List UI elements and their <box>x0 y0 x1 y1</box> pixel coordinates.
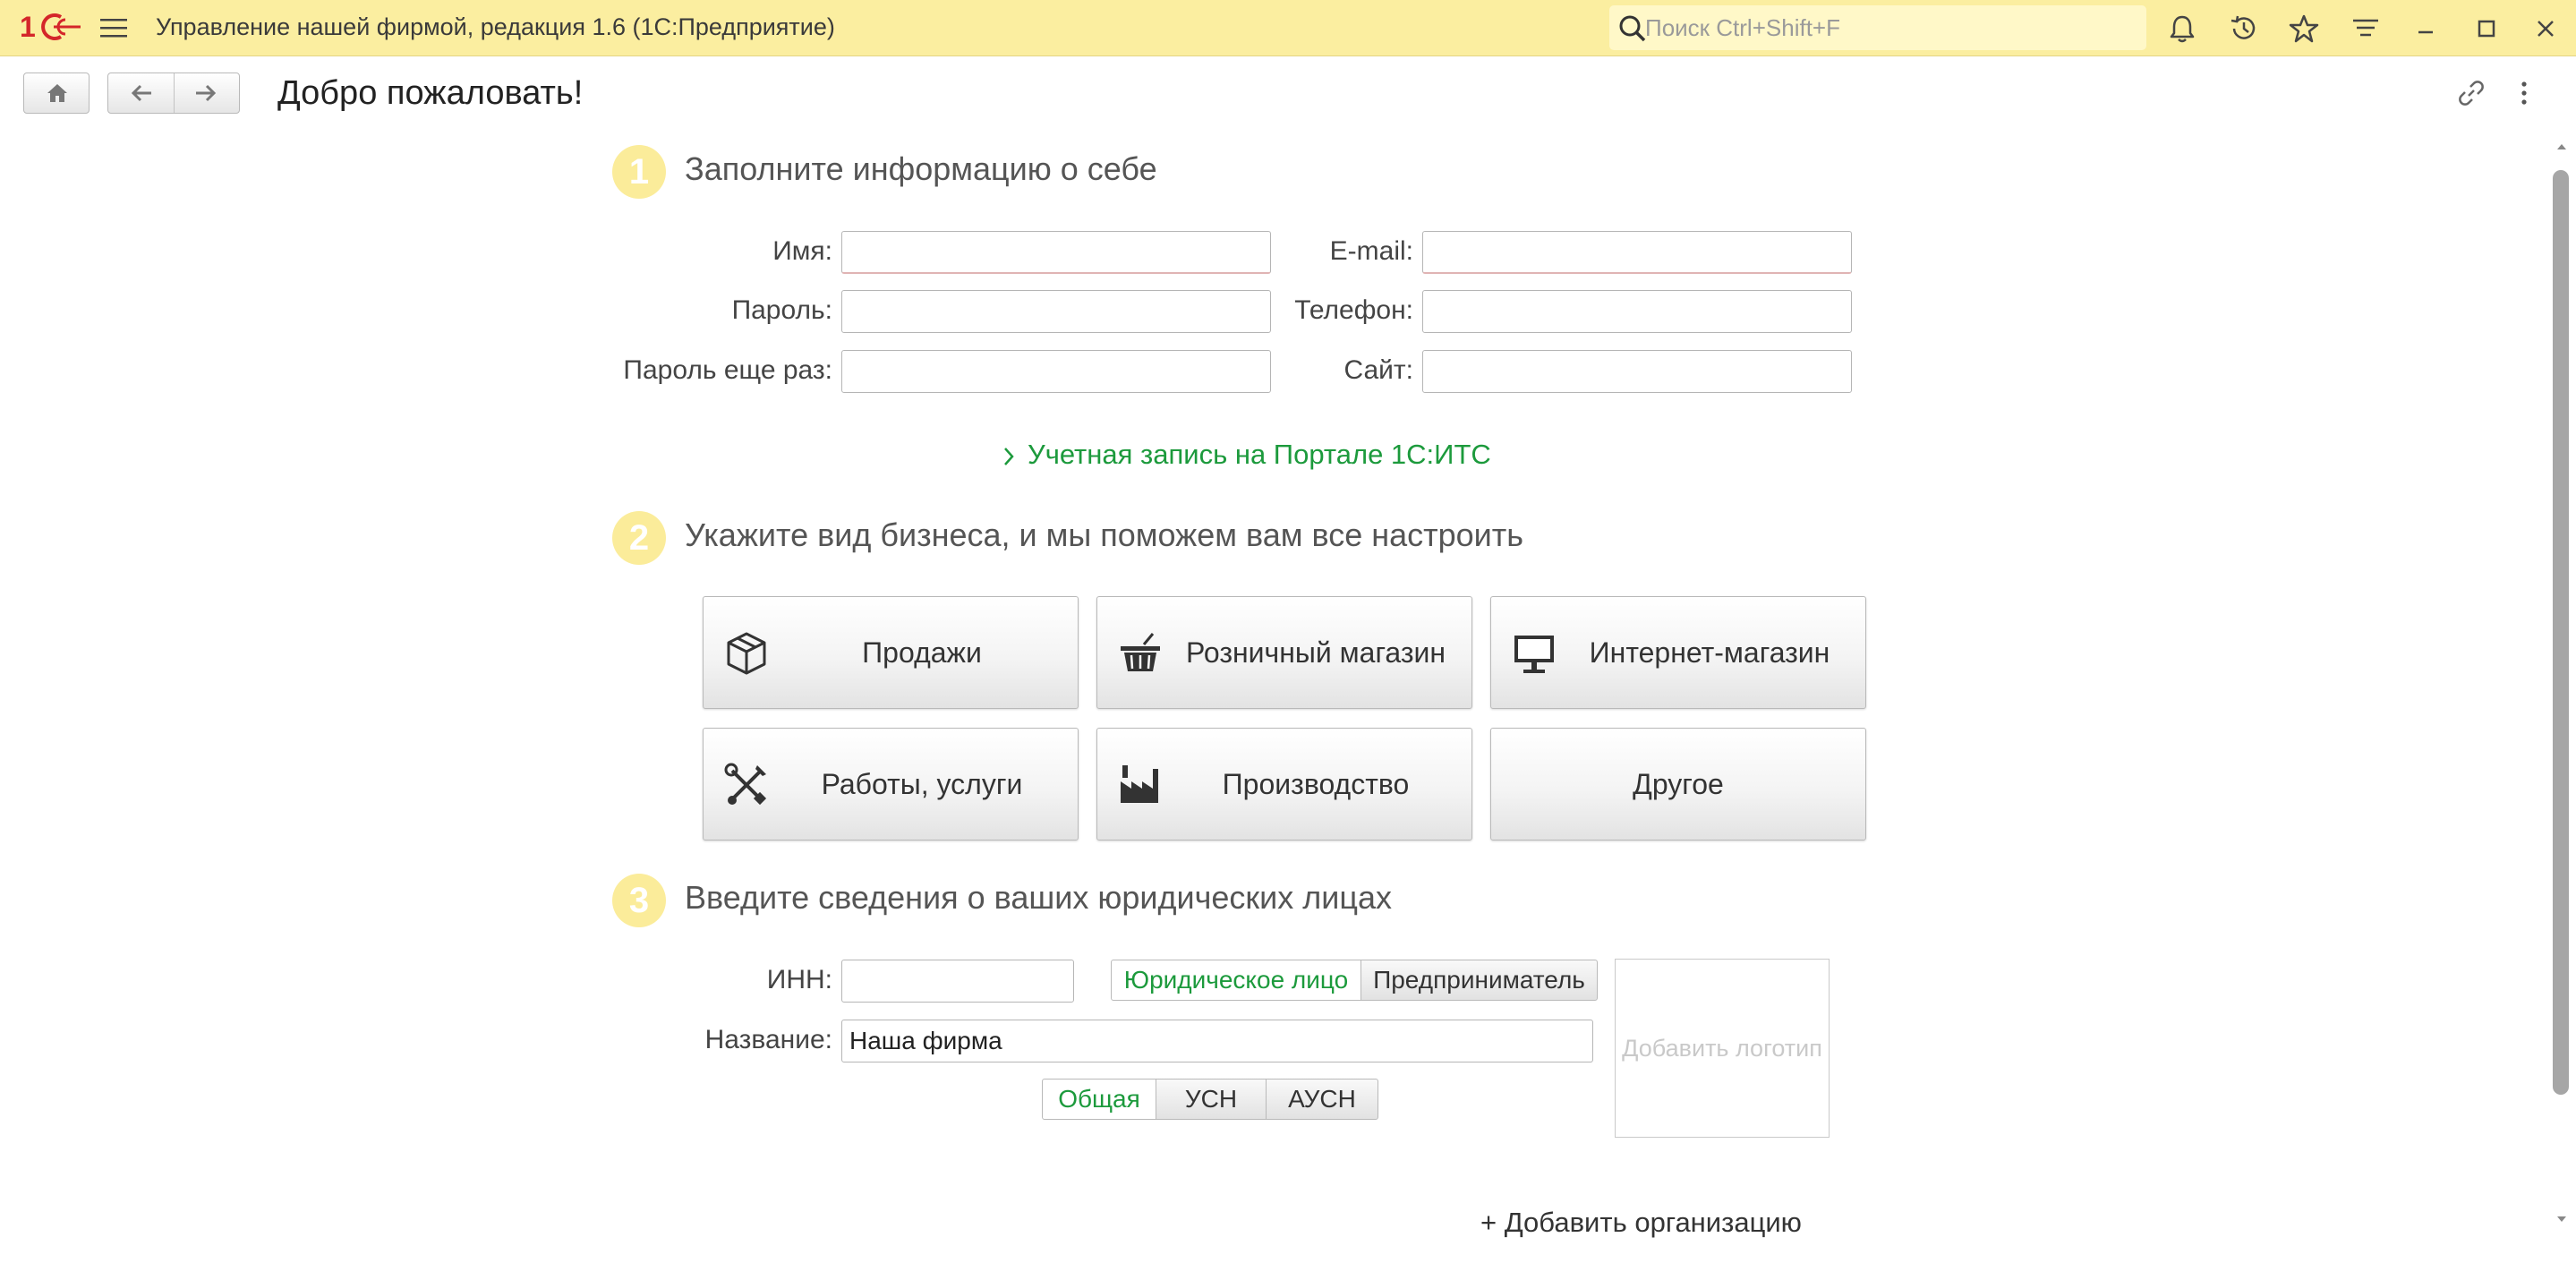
business-tile-label: Другое <box>1633 768 1724 800</box>
history-icon[interactable] <box>2228 13 2260 45</box>
window-title: Управление нашей фирмой, редакция 1.6 (1… <box>156 13 835 40</box>
org-name-field[interactable] <box>841 1020 1593 1062</box>
chevron-right-icon <box>1004 447 1014 465</box>
scroll-down-arrow-icon[interactable] <box>2556 1214 2567 1225</box>
search-icon <box>1619 15 1646 42</box>
basket-icon <box>1121 633 1160 671</box>
step-1-title: Заполните информацию о себе <box>685 150 1157 187</box>
business-tile-label: Интернет-магазин <box>1589 636 1830 669</box>
password-again-label: Пароль еще раз: <box>623 355 832 385</box>
svg-text:1: 1 <box>20 11 36 43</box>
forward-button[interactable] <box>175 73 239 113</box>
maximize-icon[interactable] <box>2470 13 2503 45</box>
business-tile-services[interactable]: Работы, услуги <box>703 728 1079 841</box>
scroll-up-arrow-icon[interactable] <box>2556 141 2567 152</box>
site-label: Сайт: <box>1343 355 1413 385</box>
minimize-icon[interactable] <box>2410 13 2442 45</box>
home-button[interactable] <box>23 73 90 114</box>
business-tile-sales[interactable]: Продажи <box>703 596 1079 709</box>
monitor-icon <box>1514 636 1554 673</box>
search-box[interactable] <box>1609 5 2146 50</box>
star-icon[interactable] <box>2288 13 2320 45</box>
phone-label: Телефон: <box>1294 295 1413 325</box>
add-logo-button[interactable]: Добавить логотип <box>1615 959 1830 1138</box>
tax-system-ausn[interactable]: АУСН <box>1266 1079 1378 1120</box>
entity-type-entrepreneur[interactable]: Предприниматель <box>1361 960 1598 1001</box>
step-2-badge: 2 <box>612 511 666 565</box>
step-2-title: Укажите вид бизнеса, и мы поможем вам вс… <box>685 516 1524 553</box>
close-icon[interactable] <box>2529 13 2562 45</box>
business-tile-online-store[interactable]: Интернет-магазин <box>1490 596 1866 709</box>
hamburger-menu-icon[interactable] <box>98 14 129 41</box>
title-bar: 1 Управление нашей фирмой, редакция 1.6 … <box>0 0 2576 56</box>
back-button[interactable] <box>108 73 175 113</box>
business-tile-retail[interactable]: Розничный магазин <box>1096 596 1472 709</box>
box-icon <box>727 632 766 675</box>
tax-system-usn[interactable]: УСН <box>1156 1079 1267 1120</box>
funnel-icon[interactable] <box>2350 13 2382 45</box>
step-1-badge: 1 <box>612 145 666 199</box>
forward-arrow-icon <box>196 84 217 102</box>
business-tile-label: Продажи <box>862 636 982 669</box>
add-organization-link[interactable]: + Добавить организацию <box>1480 1207 1802 1239</box>
entity-type-legal[interactable]: Юридическое лицо <box>1111 960 1361 1001</box>
site-field[interactable] <box>1422 350 1852 393</box>
tax-system-general[interactable]: Общая <box>1042 1079 1156 1120</box>
search-input[interactable] <box>1645 5 2137 50</box>
more-vertical-icon[interactable] <box>2513 77 2535 109</box>
email-field[interactable] <box>1422 231 1852 274</box>
email-label: E-mail: <box>1329 236 1413 266</box>
link-icon[interactable] <box>2455 77 2487 109</box>
scrollbar-thumb[interactable] <box>2553 170 2569 1095</box>
bell-icon[interactable] <box>2166 13 2198 45</box>
business-tile-other[interactable]: Другое <box>1490 728 1866 841</box>
business-tile-label: Розничный магазин <box>1185 636 1446 669</box>
page-title: Добро пожаловать! <box>277 74 584 112</box>
password-again-field[interactable] <box>841 350 1271 393</box>
its-account-link-label: Учетная запись на Портале 1С:ИТС <box>1028 439 1491 470</box>
its-account-link[interactable]: Учетная запись на Портале 1С:ИТС <box>1002 439 1491 471</box>
password-label: Пароль: <box>731 295 832 325</box>
step-3-title: Введите сведения о ваших юридических лиц… <box>685 879 1393 916</box>
inn-label: ИНН: <box>766 965 832 994</box>
tools-icon <box>724 763 767 806</box>
inn-field[interactable] <box>841 960 1074 1003</box>
phone-field[interactable] <box>1422 290 1852 333</box>
business-tile-label: Производство <box>1222 768 1410 800</box>
org-name-label: Название: <box>704 1025 832 1054</box>
back-forward-group <box>107 73 240 114</box>
1c-logo-icon[interactable]: 1 <box>20 9 82 45</box>
business-tile-label: Работы, услуги <box>821 768 1023 800</box>
name-field[interactable] <box>841 231 1271 274</box>
back-arrow-icon <box>131 84 151 102</box>
step-3-badge: 3 <box>612 874 666 927</box>
home-icon <box>47 84 67 102</box>
name-label: Имя: <box>772 236 832 266</box>
business-tile-production[interactable]: Производство <box>1096 728 1472 841</box>
password-field[interactable] <box>841 290 1271 333</box>
factory-icon <box>1121 765 1158 803</box>
